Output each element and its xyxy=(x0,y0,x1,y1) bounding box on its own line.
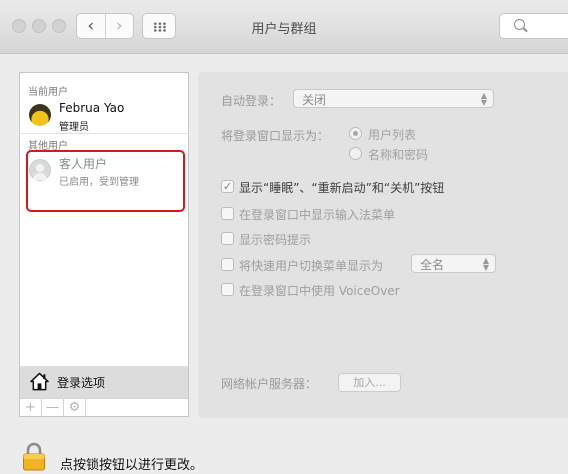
user-list: 当前用户 Februa Yao 管理员 其他用户 客人用户 已启用，受到管理 登… xyxy=(19,72,189,417)
network-server-label: 网络帐户服务器： xyxy=(221,377,318,391)
display-login-label: 将登录窗口显示为： xyxy=(221,129,330,143)
list-footer: + — ⚙ xyxy=(20,398,188,416)
checkbox-password-hints[interactable] xyxy=(221,232,234,245)
fast-switch-value: 全名 xyxy=(420,258,445,272)
radio-user-list-label: 用户列表 xyxy=(368,128,417,142)
remove-user-button[interactable]: — xyxy=(42,399,64,416)
add-user-button[interactable]: + xyxy=(20,399,42,416)
checkbox-fast-user-switch-label: 将快速用户切换菜单显示为 xyxy=(239,259,384,273)
checkbox-show-power-buttons-label: 显示“睡眠”、“重新启动”和“关机”按钮 xyxy=(239,181,445,195)
search-field[interactable] xyxy=(499,13,568,39)
lock-message: 点按锁按钮以进行更改。 xyxy=(60,458,204,473)
stepper-arrows-icon: ▲ ▼ xyxy=(480,91,487,107)
house-icon xyxy=(30,372,49,391)
divider xyxy=(20,133,188,134)
fast-switch-select[interactable]: 全名 ▲ ▼ xyxy=(411,254,496,273)
auto-login-label: 自动登录： xyxy=(221,94,282,108)
login-options-item[interactable]: 登录选项 xyxy=(20,366,188,398)
checkbox-show-power-buttons[interactable]: ✓ xyxy=(221,180,234,193)
auto-login-select[interactable]: 关闭 ▲ ▼ xyxy=(293,89,494,108)
search-icon xyxy=(514,19,525,30)
title-bar: ‹ › 用户与群组 xyxy=(0,0,568,54)
window-title: 用户与群组 xyxy=(251,22,317,37)
checkbox-voiceover-label: 在登录窗口中使用 VoiceOver xyxy=(239,284,400,298)
auto-login-value: 关闭 xyxy=(302,93,327,107)
stepper-arrows-icon: ▲ ▼ xyxy=(482,256,489,272)
checkbox-input-menu[interactable] xyxy=(221,207,234,220)
gear-icon[interactable]: ⚙ xyxy=(64,399,86,416)
checkbox-voiceover[interactable] xyxy=(221,283,234,296)
user-role: 管理员 xyxy=(59,122,89,133)
padlock-icon[interactable] xyxy=(22,441,46,471)
join-button[interactable]: 加入... xyxy=(338,373,401,392)
login-options-label: 登录选项 xyxy=(57,376,106,390)
user-avatar-icon xyxy=(29,104,51,126)
radio-name-password[interactable] xyxy=(349,147,362,160)
radio-user-list[interactable] xyxy=(349,127,362,140)
current-user-header: 当前用户 xyxy=(28,87,68,98)
checkbox-input-menu-label: 在登录窗口中显示输入法菜单 xyxy=(239,208,396,222)
user-row-current[interactable]: Februa Yao 管理员 xyxy=(20,97,188,137)
checkbox-password-hints-label: 显示密码提示 xyxy=(239,233,312,247)
radio-name-password-label: 名称和密码 xyxy=(368,148,429,162)
guest-user-highlight xyxy=(26,150,185,212)
user-name: Februa Yao xyxy=(59,101,125,115)
checkbox-fast-user-switch[interactable] xyxy=(221,258,234,271)
